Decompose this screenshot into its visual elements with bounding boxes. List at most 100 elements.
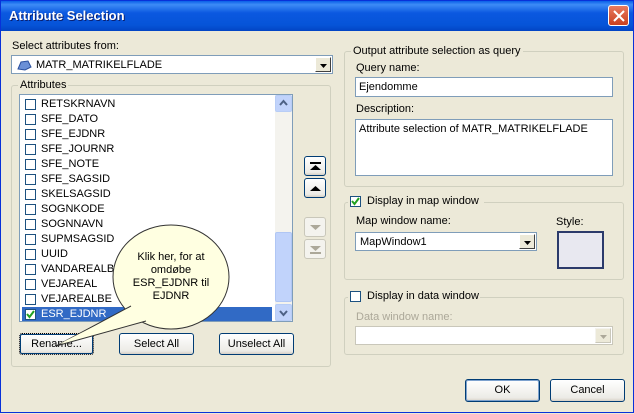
attribute-selection-dialog: Attribute Selection Select attributes fr… — [0, 0, 634, 413]
attribute-checkbox[interactable] — [25, 144, 36, 155]
output-query-group-label: Output attribute selection as query — [351, 45, 523, 57]
description-value: Attribute selection of MATR_MATRIKELFLAD… — [359, 123, 588, 135]
attribute-checkbox[interactable] — [25, 219, 36, 230]
cancel-button-label: Cancel — [570, 384, 605, 396]
style-label: Style: — [556, 216, 584, 228]
attribute-label: VEJAREAL — [41, 278, 98, 290]
unselect-all-button[interactable]: Unselect All — [219, 333, 294, 355]
attribute-label: VEJAREALBE — [41, 293, 112, 305]
source-label: Select attributes from: — [12, 40, 119, 52]
scroll-up-button[interactable] — [275, 95, 292, 112]
attribute-label: SFE_NOTE — [41, 158, 100, 170]
attribute-list-item[interactable]: SOGNKODE — [22, 202, 272, 217]
attributes-list-scrollbar[interactable] — [275, 95, 292, 321]
attribute-list-item[interactable]: SKELSAGSID — [22, 187, 272, 202]
attribute-label: SOGNKODE — [41, 203, 105, 215]
description-label: Description: — [356, 103, 415, 115]
data-window-dropdown-arrow[interactable] — [595, 328, 611, 343]
attribute-list-item[interactable]: SOGNNAVN — [22, 217, 272, 232]
query-name-label: Query name: — [356, 62, 420, 74]
description-textarea[interactable]: Attribute selection of MATR_MATRIKELFLAD… — [355, 119, 613, 176]
rename-button-label: Rename... — [31, 338, 82, 350]
chevron-down-icon — [320, 64, 327, 68]
attribute-label: UUID — [41, 248, 68, 260]
chevron-down-icon — [279, 310, 288, 317]
rename-button[interactable]: Rename... — [19, 333, 94, 355]
attribute-label: SFE_DATO — [41, 113, 99, 125]
data-window-name-dropdown[interactable] — [355, 326, 613, 345]
move-up-button[interactable] — [304, 178, 326, 198]
select-all-button[interactable]: Select All — [119, 333, 194, 355]
attribute-checkbox[interactable] — [25, 114, 36, 125]
move-up-icon — [310, 186, 321, 191]
chevron-up-icon — [279, 99, 288, 106]
move-to-bottom-button[interactable] — [304, 239, 326, 259]
attribute-label: SFE_EJDNR — [41, 128, 106, 140]
attribute-checkbox[interactable] — [25, 309, 36, 320]
scroll-thumb[interactable] — [275, 232, 292, 302]
attribute-checkbox[interactable] — [25, 264, 36, 275]
data-window-checkbox-row[interactable]: Display in data window — [348, 290, 480, 304]
style-swatch-button[interactable] — [557, 231, 604, 269]
attribute-list-item[interactable]: RETSKRNAVN — [22, 97, 272, 112]
attribute-label: SUPMSAGSID — [41, 233, 115, 245]
scroll-down-button[interactable] — [275, 304, 292, 321]
attribute-list-item[interactable]: SFE_EJDNR — [22, 127, 272, 142]
attribute-checkbox[interactable] — [25, 294, 36, 305]
unselect-all-button-label: Unselect All — [227, 338, 286, 350]
attribute-checkbox[interactable] — [25, 189, 36, 200]
attribute-list-item[interactable]: SFE_NOTE — [22, 157, 272, 172]
attribute-checkbox[interactable] — [25, 129, 36, 140]
attribute-list-item[interactable]: ESR_EJDNR — [22, 307, 272, 321]
move-down-button[interactable] — [304, 217, 326, 237]
attribute-checkbox[interactable] — [25, 234, 36, 245]
attribute-checkbox[interactable] — [25, 174, 36, 185]
chevron-down-icon — [600, 335, 607, 339]
title-bar[interactable]: Attribute Selection — [1, 1, 633, 31]
polygon-layer-icon — [17, 60, 32, 71]
source-layer-value: MATR_MATRIKELFLADE — [36, 59, 163, 71]
display-in-map-window-label: Display in map window — [367, 195, 479, 207]
display-in-map-window-checkbox[interactable] — [350, 196, 361, 207]
map-window-name-value: MapWindow1 — [360, 236, 427, 248]
close-button[interactable] — [608, 5, 629, 26]
query-name-input[interactable]: Ejendomme — [355, 77, 613, 97]
attribute-checkbox[interactable] — [25, 204, 36, 215]
check-icon — [351, 197, 360, 206]
ok-button[interactable]: OK — [465, 379, 540, 402]
map-window-checkbox-row[interactable]: Display in map window — [348, 195, 484, 209]
attribute-checkbox[interactable] — [25, 99, 36, 110]
move-to-top-icon — [310, 162, 321, 170]
attribute-label: VANDAREALB — [41, 263, 115, 275]
query-name-value: Ejendomme — [359, 81, 418, 93]
attribute-label: SFE_JOURNR — [41, 143, 115, 155]
move-to-bottom-icon — [310, 246, 321, 254]
cancel-button[interactable]: Cancel — [550, 379, 625, 402]
move-to-top-button[interactable] — [304, 156, 326, 176]
attribute-list-item[interactable]: SUPMSAGSID — [22, 232, 272, 247]
attribute-checkbox[interactable] — [25, 279, 36, 290]
source-dropdown-arrow[interactable] — [315, 57, 331, 72]
attribute-list-item[interactable]: SFE_SAGSID — [22, 172, 272, 187]
data-window-name-label: Data window name: — [356, 311, 453, 323]
attribute-list-item[interactable]: SFE_JOURNR — [22, 142, 272, 157]
attribute-label: SFE_SAGSID — [41, 173, 111, 185]
move-down-icon — [310, 225, 321, 230]
map-window-dropdown-arrow[interactable] — [519, 234, 535, 249]
attribute-checkbox[interactable] — [25, 249, 36, 260]
attribute-label: SOGNNAVN — [41, 218, 104, 230]
attribute-checkbox[interactable] — [25, 159, 36, 170]
display-in-data-window-checkbox[interactable] — [350, 291, 361, 302]
check-icon — [26, 310, 35, 319]
attribute-list-item[interactable]: SFE_DATO — [22, 112, 272, 127]
attribute-label: SKELSAGSID — [41, 188, 111, 200]
map-window-name-dropdown[interactable]: MapWindow1 — [355, 232, 537, 251]
source-layer-dropdown[interactable]: MATR_MATRIKELFLADE — [11, 55, 333, 74]
help-callout-text: Klik her, for at omdøbe ESR_EJDNR til EJ… — [132, 251, 210, 302]
chevron-down-icon — [524, 241, 531, 245]
select-all-button-label: Select All — [133, 338, 180, 350]
attribute-label: RETSKRNAVN — [41, 98, 116, 110]
ok-button-label: OK — [494, 384, 511, 396]
close-icon — [613, 10, 625, 22]
window-title: Attribute Selection — [9, 8, 125, 23]
